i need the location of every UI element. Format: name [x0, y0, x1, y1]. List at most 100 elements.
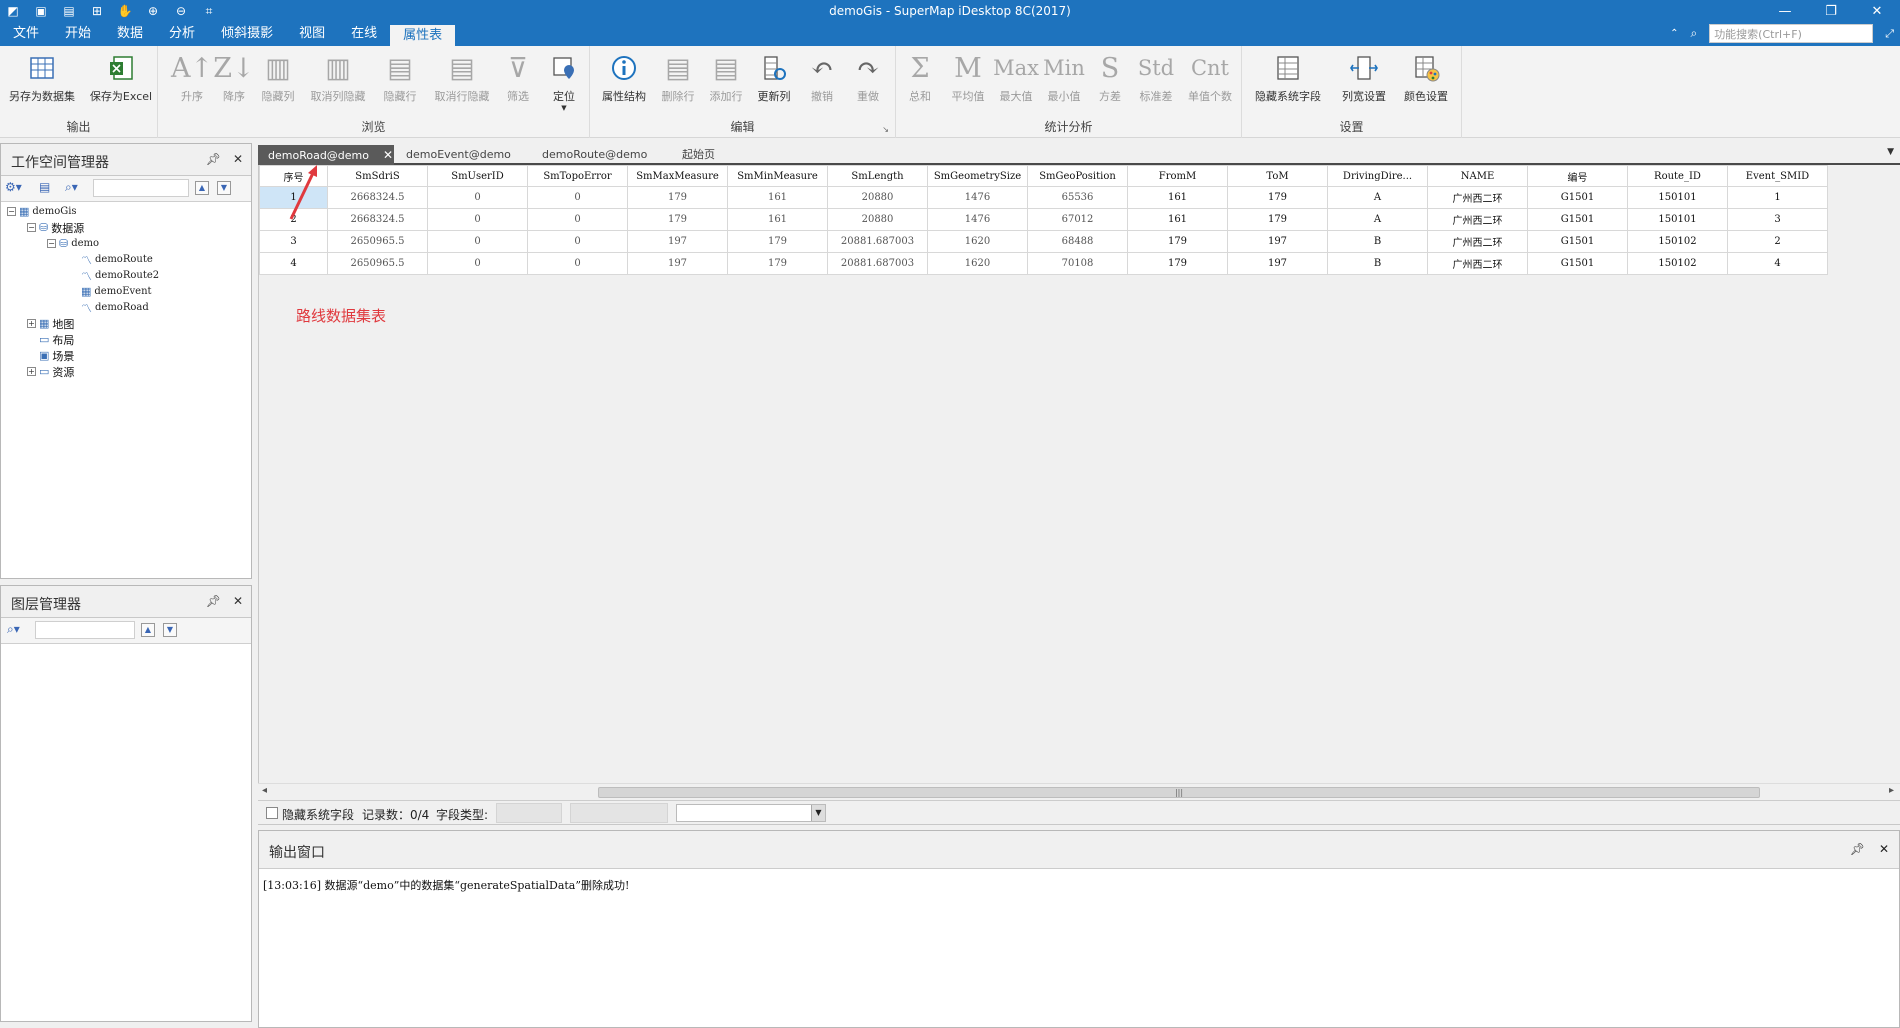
tab-list-dropdown-icon[interactable]: ▼ — [1887, 147, 1894, 157]
table-cell[interactable]: 197 — [627, 230, 728, 253]
next-match-button[interactable]: ▼ — [163, 623, 177, 637]
table-cell[interactable]: 179 — [727, 252, 828, 275]
table-cell[interactable]: 1 — [1727, 186, 1828, 209]
variance-button[interactable]: S 方差 — [1086, 50, 1134, 104]
table-cell[interactable]: 0 — [527, 186, 628, 209]
expand-icon[interactable]: ⤢ — [1885, 27, 1894, 41]
column-header[interactable]: DrivingDire... — [1327, 165, 1428, 187]
table-cell[interactable]: G1501 — [1527, 186, 1628, 209]
table-cell[interactable]: 179 — [1127, 252, 1228, 275]
horizontal-scrollbar[interactable]: ◂ ||| ▸ — [258, 783, 1900, 800]
column-header[interactable]: NAME — [1427, 165, 1528, 187]
table-cell[interactable]: 广州西二环 — [1427, 230, 1528, 253]
table-cell[interactable]: 广州西二环 — [1427, 186, 1528, 209]
scroll-thumb[interactable]: ||| — [598, 787, 1760, 798]
table-cell[interactable]: 0 — [427, 230, 528, 253]
sort-ascending-button[interactable]: A↑ 升序 — [168, 50, 216, 104]
undo-button[interactable]: ↶ 撤销 — [798, 50, 846, 104]
scroll-left-icon[interactable]: ◂ — [262, 785, 267, 796]
tab-demoroad[interactable]: demoRoad@demo ✕ — [258, 145, 394, 165]
workspace-search-input[interactable] — [93, 179, 189, 197]
pin-icon[interactable]: 📌︎ — [206, 594, 221, 608]
table-cell[interactable]: 2650965.5 — [327, 230, 428, 253]
table-cell[interactable]: 20880 — [827, 186, 928, 209]
search-icon[interactable]: ⌕▾ — [65, 180, 78, 195]
unhide-column-button[interactable]: ▥ 取消列隐藏 — [306, 50, 370, 104]
table-cell[interactable]: B — [1327, 252, 1428, 275]
column-header[interactable]: SmSdriS — [327, 165, 428, 187]
column-header[interactable]: SmUserID — [427, 165, 528, 187]
close-button[interactable]: ✕ — [1854, 0, 1900, 22]
tree-node-workspace[interactable]: − ▦ demoGis — [7, 204, 77, 219]
tree-node-layouts[interactable]: ▭ 布局 — [39, 332, 74, 347]
menu-tab-start[interactable]: 开始 — [52, 22, 104, 46]
column-header[interactable]: 编号 — [1527, 165, 1628, 187]
update-column-button[interactable]: 更新列 — [750, 50, 798, 104]
restore-button[interactable]: ❐ — [1808, 0, 1854, 22]
tab-start-page[interactable]: 起始页 — [672, 145, 725, 165]
table-cell[interactable]: 150101 — [1627, 186, 1728, 209]
chevron-down-icon[interactable]: ▼ — [811, 805, 825, 821]
table-cell[interactable]: 1476 — [927, 186, 1028, 209]
table-cell[interactable]: 161 — [1127, 186, 1228, 209]
table-cell[interactable]: 150101 — [1627, 208, 1728, 231]
hide-row-button[interactable]: ▤ 隐藏行 — [376, 50, 424, 104]
table-row[interactable]: 4 2650965.5 0 0 197 179 20881.687003 1620 70108 1… — [259, 252, 1828, 275]
tree-node-demoevent[interactable]: ▦ demoEvent — [81, 284, 152, 299]
table-cell[interactable]: 1620 — [927, 230, 1028, 253]
filter-button[interactable]: ⊽ 筛选 — [494, 50, 542, 104]
column-header[interactable]: SmGeoPosition — [1027, 165, 1128, 187]
collapse-ribbon-icon[interactable]: ⌃ — [1670, 28, 1678, 39]
column-header[interactable]: FromM — [1127, 165, 1228, 187]
next-match-button[interactable]: ▼ — [217, 181, 231, 195]
table-cell[interactable]: 20880 — [827, 208, 928, 231]
tree-node-demoroute2[interactable]: 〽 demoRoute2 — [81, 268, 159, 283]
table-cell[interactable]: 150102 — [1627, 230, 1728, 253]
open-file-icon[interactable]: ▤ — [39, 180, 50, 194]
tree-node-demoroute[interactable]: 〽 demoRoute — [81, 252, 153, 267]
function-search-input[interactable]: 功能搜索(Ctrl+F) — [1709, 24, 1874, 43]
scroll-right-icon[interactable]: ▸ — [1889, 785, 1894, 796]
table-cell[interactable]: 65536 — [1027, 186, 1128, 209]
save-as-dataset-button[interactable]: 另存为数据集 — [6, 50, 78, 104]
table-cell[interactable]: G1501 — [1527, 230, 1628, 253]
sort-descending-button[interactable]: Z↓ 降序 — [210, 50, 258, 104]
pin-icon[interactable]: 📌︎ — [1850, 842, 1865, 856]
column-header[interactable]: SmGeometrySize — [927, 165, 1028, 187]
table-cell[interactable]: 0 — [427, 208, 528, 231]
table-cell[interactable]: 179 — [627, 186, 728, 209]
table-cell[interactable]: 0 — [527, 208, 628, 231]
save-as-excel-button[interactable]: 保存为Excel — [88, 50, 154, 104]
workspace-menu-icon[interactable]: ⚙▾ — [5, 180, 22, 194]
hide-system-fields-checkbox[interactable] — [266, 807, 278, 819]
table-cell[interactable]: 1476 — [927, 208, 1028, 231]
table-cell[interactable]: G1501 — [1527, 208, 1628, 231]
table-cell[interactable]: 70108 — [1027, 252, 1128, 275]
tree-node-datasources[interactable]: − ⛁ 数据源 — [27, 220, 84, 235]
search-icon[interactable]: ⌕▾ — [7, 622, 20, 637]
table-cell[interactable]: A — [1327, 208, 1428, 231]
table-cell[interactable]: 161 — [1127, 208, 1228, 231]
table-cell[interactable]: 161 — [727, 186, 828, 209]
menu-tab-file[interactable]: 文件 — [0, 22, 52, 46]
hide-system-fields-button[interactable]: 隐藏系统字段 — [1252, 50, 1324, 104]
row-number-cell[interactable]: 3 — [259, 230, 328, 253]
table-cell[interactable]: 197 — [627, 252, 728, 275]
tree-node-datasource-demo[interactable]: − ⛁ demo — [47, 236, 99, 251]
max-button[interactable]: Max 最大值 — [992, 50, 1040, 104]
table-cell[interactable]: 67012 — [1027, 208, 1128, 231]
sum-button[interactable]: Σ 总和 — [896, 50, 944, 104]
table-cell[interactable]: 197 — [1227, 252, 1328, 275]
redo-button[interactable]: ↷ 重做 — [844, 50, 892, 104]
min-button[interactable]: Min 最小值 — [1040, 50, 1088, 104]
layer-search-input[interactable] — [35, 621, 135, 639]
previous-match-button[interactable]: ▲ — [141, 623, 155, 637]
menu-tab-analysis[interactable]: 分析 — [156, 22, 208, 46]
color-settings-button[interactable]: 颜色设置 — [1398, 50, 1454, 104]
column-header[interactable]: SmLength — [827, 165, 928, 187]
pin-icon[interactable]: 📌︎ — [206, 152, 221, 166]
table-cell[interactable]: 4 — [1727, 252, 1828, 275]
unique-count-button[interactable]: Cnt 单值个数 — [1182, 50, 1238, 104]
table-cell[interactable]: 2668324.5 — [327, 186, 428, 209]
column-header[interactable]: Event_SMID — [1727, 165, 1828, 187]
